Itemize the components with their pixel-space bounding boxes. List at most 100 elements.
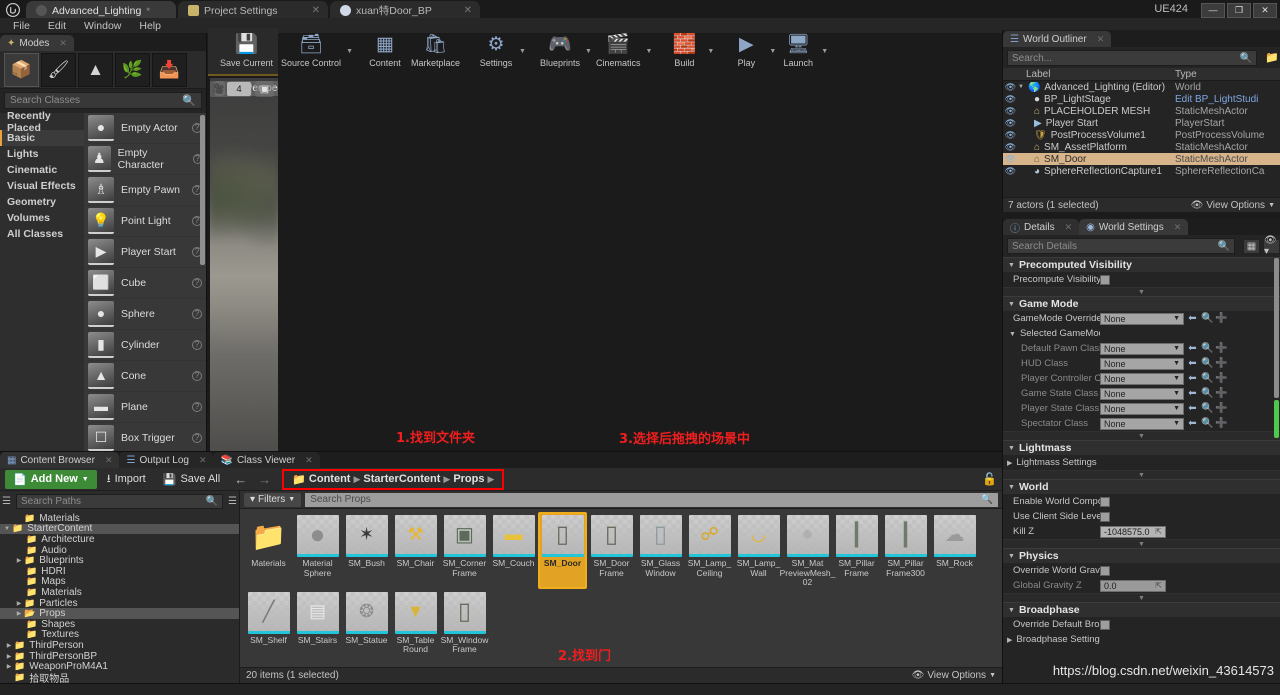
- asset-tile[interactable]: ╱ SM_Shelf: [244, 589, 293, 656]
- tree-item[interactable]: 📁 Maps: [0, 576, 239, 587]
- category-volumes[interactable]: Volumes: [0, 210, 84, 226]
- menu-item-window[interactable]: Window: [75, 18, 130, 34]
- landscape-mode-icon[interactable]: ▲: [78, 52, 113, 87]
- player-controller-class-dropdown[interactable]: None ▼: [1100, 372, 1184, 385]
- category-cinematic[interactable]: Cinematic: [0, 162, 84, 178]
- asset-tile[interactable]: ❂ SM_Statue: [342, 589, 391, 656]
- reset-arrow-icon[interactable]: ⬅: [1187, 358, 1198, 369]
- browse-icon[interactable]: 🔍: [1201, 388, 1213, 399]
- table-row[interactable]: 👁 🛡 PostProcessVolume1 PostProcessVolume: [1003, 129, 1280, 141]
- close-icon[interactable]: ✕: [105, 455, 113, 466]
- minimize-button[interactable]: —: [1201, 2, 1225, 18]
- lock-icon[interactable]: 🔓: [982, 472, 997, 486]
- column-header-type[interactable]: Type: [1175, 68, 1280, 80]
- reset-arrow-icon[interactable]: ⬅: [1187, 343, 1198, 354]
- spectator-class-dropdown[interactable]: None ▼: [1100, 417, 1184, 430]
- reset-arrow-icon[interactable]: ⬅: [1187, 313, 1198, 324]
- checkbox[interactable]: [1100, 496, 1110, 507]
- visibility-eye-icon[interactable]: 👁: [1003, 118, 1018, 129]
- paths-search-input[interactable]: Search Paths 🔍: [15, 494, 224, 509]
- tree-item[interactable]: 📁 Materials: [0, 513, 239, 524]
- settings-button[interactable]: ⚙ Settings: [474, 28, 518, 74]
- tab-modes[interactable]: ✦ Modes ✕: [0, 35, 74, 51]
- section-game-mode[interactable]: ▼ Game Mode: [1003, 296, 1280, 311]
- add-icon[interactable]: ➕: [1215, 358, 1227, 369]
- build-button[interactable]: 🧱 Build: [662, 28, 706, 74]
- scrollbar-thumb[interactable]: [1274, 400, 1279, 438]
- visibility-eye-icon[interactable]: 👁: [1003, 142, 1018, 153]
- list-item[interactable]: ● Sphere?: [84, 299, 206, 330]
- category-geometry[interactable]: Geometry: [0, 194, 84, 210]
- visibility-eye-icon[interactable]: 👁: [1003, 82, 1018, 93]
- visibility-filter-icon[interactable]: 👁▾: [1263, 235, 1280, 257]
- chevron-down-icon[interactable]: ▼: [769, 48, 776, 55]
- table-row[interactable]: 👁 ⌂ PLACEHOLDER MESH StaticMeshActor: [1003, 105, 1280, 117]
- filters-button[interactable]: ▾ Filters ▼: [244, 492, 302, 507]
- help-icon[interactable]: ?: [192, 340, 202, 350]
- asset-tile[interactable]: ▤ SM_Stairs: [293, 589, 342, 656]
- close-icon[interactable]: ✕: [302, 5, 320, 16]
- asset-tile[interactable]: ▯ SM_Window Frame: [440, 589, 489, 656]
- save-current-button[interactable]: 💾 Save Current: [216, 28, 277, 74]
- list-item[interactable]: ♗ Empty Pawn?: [84, 175, 206, 206]
- table-row[interactable]: 👁 ▶ Player Start PlayerStart: [1003, 117, 1280, 129]
- browse-icon[interactable]: 🔍: [1201, 343, 1213, 354]
- visibility-eye-icon[interactable]: 👁: [1003, 166, 1018, 177]
- add-icon[interactable]: ➕: [1215, 418, 1227, 429]
- category-visual-effects[interactable]: Visual Effects: [0, 178, 84, 194]
- browse-icon[interactable]: 🔍: [1201, 313, 1213, 324]
- list-item[interactable]: ▶ Player Start?: [84, 237, 206, 268]
- chevron-down-icon[interactable]: ▼: [519, 48, 526, 55]
- scrollbar-vertical[interactable]: [1274, 258, 1279, 398]
- maximize-button[interactable]: ❐: [1227, 2, 1251, 18]
- kill-z-input[interactable]: -1048575.0 ⇱: [1100, 525, 1166, 538]
- table-row-selected[interactable]: 👁 ⌂ SM_Door StaticMeshActor: [1003, 153, 1280, 165]
- browse-icon[interactable]: 🔍: [1201, 358, 1213, 369]
- chevron-right-icon[interactable]: ▶: [4, 653, 14, 660]
- tab-class-viewer[interactable]: 📚 Class Viewer ✕: [213, 452, 320, 468]
- close-icon[interactable]: ✕: [1174, 222, 1182, 233]
- browse-icon[interactable]: 🔍: [1201, 403, 1213, 414]
- visibility-eye-icon[interactable]: 👁: [1003, 106, 1018, 117]
- view-options-button[interactable]: 👁 View Options ▼: [912, 670, 996, 681]
- asset-tile[interactable]: ☍ SM_Lamp_ Ceiling: [685, 512, 734, 589]
- forward-arrow-icon[interactable]: →: [254, 472, 275, 487]
- tree-item[interactable]: 📁 Architecture: [0, 534, 239, 545]
- player-state-class-dropdown[interactable]: None ▼: [1100, 402, 1184, 415]
- section-divider[interactable]: ▼: [1003, 470, 1280, 479]
- chevron-right-icon[interactable]: ▶: [1007, 637, 1012, 644]
- chevron-down-icon[interactable]: ▼: [585, 48, 592, 55]
- help-icon[interactable]: ?: [192, 402, 202, 412]
- section-divider[interactable]: ▼: [1003, 539, 1280, 548]
- list-item[interactable]: ▬ Plane?: [84, 392, 206, 423]
- reset-arrow-icon[interactable]: ⬅: [1187, 418, 1198, 429]
- default-pawn-class-dropdown[interactable]: None ▼: [1100, 342, 1184, 355]
- tree-item-startercontent[interactable]: ▼ 📁 StarterContent: [0, 523, 239, 534]
- asset-tile[interactable]: ☁ SM_Rock: [930, 512, 979, 589]
- chevron-down-icon[interactable]: ▼: [346, 48, 353, 55]
- category-lights[interactable]: Lights: [0, 146, 84, 162]
- add-icon[interactable]: ➕: [1215, 343, 1227, 354]
- menu-item-help[interactable]: Help: [130, 18, 170, 34]
- table-row[interactable]: 👁 ◕ SphereReflectionCapture1 SphereReflec…: [1003, 165, 1280, 177]
- close-icon[interactable]: ✕: [1065, 222, 1073, 233]
- list-item[interactable]: ☐ Box Trigger?: [84, 423, 206, 454]
- chevron-down-icon[interactable]: ▼: [2, 526, 12, 532]
- list-item[interactable]: ● Empty Actor?: [84, 113, 206, 144]
- checkbox[interactable]: [1100, 274, 1110, 285]
- tree-item[interactable]: 📁 Textures: [0, 629, 239, 640]
- chevron-right-icon[interactable]: ▶: [4, 642, 14, 649]
- add-new-button[interactable]: 📄 Add New ▼: [5, 469, 97, 489]
- visibility-eye-icon[interactable]: 👁: [1003, 94, 1018, 105]
- path-picker-icon[interactable]: ☰: [2, 496, 11, 507]
- tab-content-browser[interactable]: ▦ Content Browser ✕: [0, 452, 120, 468]
- back-arrow-icon[interactable]: ←: [230, 472, 251, 487]
- asset-tile[interactable]: ● Material Sphere: [293, 512, 342, 589]
- reset-arrow-icon[interactable]: ⬅: [1187, 388, 1198, 399]
- cinematics-button[interactable]: 🎬 Cinematics: [592, 28, 645, 74]
- chevron-down-icon[interactable]: ▼: [645, 48, 652, 55]
- list-item[interactable]: ▮ Cylinder?: [84, 330, 206, 361]
- camera-speed-icon[interactable]: 🎥: [210, 82, 227, 96]
- visibility-eye-icon[interactable]: 👁: [1003, 130, 1018, 141]
- checkbox[interactable]: [1100, 565, 1110, 576]
